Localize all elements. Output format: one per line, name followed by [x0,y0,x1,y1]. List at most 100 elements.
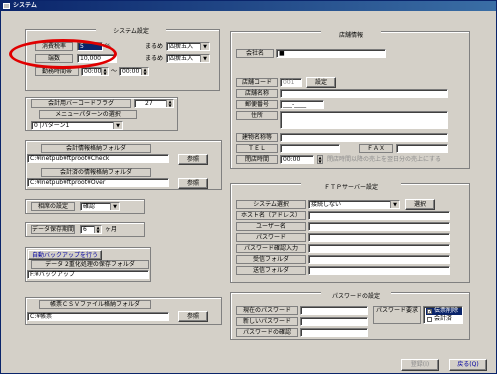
store-code-input[interactable]: 001 [280,78,302,87]
reserve-select[interactable]: 確認 ▼ [80,202,120,211]
register-button[interactable]: 登録(I) [401,359,439,371]
browse-done-button[interactable]: 参照 [178,178,208,189]
backup-folder-label: データ 2重化処理の保存フォルダ [31,260,149,269]
retention-input[interactable]: 6 ▲ ▼ [80,225,102,234]
system-settings-header: システム設定 [96,27,166,36]
ftp-system-select[interactable]: 接続しない ▼ [308,200,400,209]
store-settings-button[interactable]: 設定 [306,77,336,88]
menu-pattern-select[interactable]: 0 |パターン1 ▼ [31,121,123,130]
password-header: パスワードの設定 [321,292,391,301]
recv-folder-label: 受信フォルダ [236,255,306,264]
accounting-folder-input[interactable]: C:¥Inetpub¥ftproot¥Check [27,154,169,163]
ftp-password-confirm-label: パスワード確認入力 [236,244,306,253]
browse-csv-button[interactable]: 参照 [178,311,208,322]
ftp-system-label: システム選択 [236,200,306,209]
reserve-label: 相席の設定 [31,202,75,211]
barcode-flag-label: 会計用バーコードフラグ [31,99,131,108]
closing-time-spinner-icon[interactable]: ▲ ▼ [317,155,323,164]
spinner-icon[interactable]: ▲ ▼ [166,100,173,107]
browse-accounting-button[interactable]: 参照 [178,154,208,165]
closing-time-label: 閉店時間 [236,155,278,164]
ftp-select-button[interactable]: 選択 [405,199,435,210]
building-input[interactable] [280,133,448,142]
new-password-label: 新しいパスワード [236,317,298,326]
rounding-unit-input[interactable]: 10,000 [77,54,117,63]
current-password-input[interactable] [300,306,368,315]
option-delete-row[interactable]: ✓ 伝票削除 [426,307,462,315]
fax-label: ＦＡＸ [359,144,393,153]
tax-rate-label: 消費税率 [35,42,73,51]
chevron-down-icon: ▼ [200,55,209,62]
checkbox-icon[interactable]: ✓ [427,309,432,315]
company-input[interactable]: ■ [276,49,386,58]
send-folder-input[interactable] [308,266,450,275]
rounding-select[interactable]: 四捨五入 ▼ [166,42,210,51]
user-input[interactable] [308,222,450,231]
option-accounting-row[interactable]: 会計済 [426,315,462,323]
closing-time-input[interactable]: 00:00 [280,155,314,164]
rounding2-label: まるめ [145,55,164,62]
closing-time-note[interactable]: 閉店時間以降の売上を翌日分の売上にする [327,155,441,164]
option-delete-label: 伝票削除 [434,307,459,314]
send-folder-label: 送信フォルダ [236,266,306,275]
confirm-password-input[interactable] [300,328,368,337]
back-button[interactable]: 戻る(Q) [449,359,487,371]
confirm-password-label: パスワードの確認 [236,328,298,337]
tel-label: ＴＥＬ [236,144,278,153]
rounding-label: まるめ [145,43,164,50]
ftp-header: ＦＴＰサーバー設定 [301,183,401,192]
chevron-down-icon: ▼ [110,203,119,210]
retention-label: データ保存期間 [31,225,75,234]
work-hours-separator: ～ [111,68,118,75]
host-input[interactable] [308,211,450,220]
rounding2-select[interactable]: 四捨五入 ▼ [166,54,210,63]
store-info-header: 店舗情報 [321,31,381,40]
chevron-down-icon: ▼ [200,43,209,50]
auto-backup-button[interactable]: 自動バックアップを行う [28,250,102,260]
done-folder-label: 会計済の情報格納フォルダ [41,168,151,177]
password-required-options: ✓ 伝票削除 会計済 [423,306,463,324]
store-name-label: 店舗名称 [236,89,278,98]
fax-input[interactable] [396,144,448,153]
tax-rate-input[interactable]: 5 [77,42,103,51]
building-label: 建物名称等 [236,133,278,142]
menu-pattern-label: メニューパターンの選択 [39,110,137,119]
ftp-password-confirm-input[interactable] [308,244,450,253]
chevron-down-icon: ▼ [390,201,399,208]
checkbox-icon[interactable] [427,317,432,322]
barcode-flag-input[interactable]: 27 ▲ ▼ [134,99,174,108]
ftp-password-label: パスワード [236,233,306,242]
option-accounting-label: 会計済 [434,315,453,322]
host-label: ホスト名（アドレス） [236,211,306,220]
ftp-password-input[interactable] [308,233,450,242]
new-password-input[interactable] [300,317,368,326]
company-label: 会社名 [236,49,274,58]
store-name-input[interactable] [280,89,448,98]
spinner-icon[interactable]: ▲ ▼ [101,68,108,75]
csv-folder-input[interactable]: C:¥帳票 [27,312,169,321]
tax-unit: % [105,43,111,50]
user-label: ユーザー名 [236,222,306,231]
store-code-label: 店舗コード [236,78,278,87]
window-title: システム [13,2,37,9]
system-window: システム システム設定 消費税率 5 % まるめ 四捨五入 ▼ 端数 10,000… [0,0,497,374]
title-bar: システム [1,1,496,11]
backup-folder-input[interactable]: F:¥バックアップ [27,270,149,279]
recv-folder-input[interactable] [308,255,450,264]
zip-label: 郵便番号 [236,100,278,109]
spinner-icon[interactable]: ▲ ▼ [94,226,101,233]
address-label: 住所 [236,111,278,120]
chevron-down-icon: ▼ [113,122,122,129]
accounting-folder-label: 会計情報格納フォルダ [41,144,151,153]
zip-input[interactable]: ___-____ [280,100,324,109]
work-hours-label: 勤務時間帯 [35,67,79,76]
tel-input[interactable] [280,144,340,153]
done-folder-input[interactable]: C:¥Inetpub¥ftproot¥Over [27,178,169,187]
work-hours-to-input[interactable]: 00:00 ▲ ▼ [119,67,149,76]
csv-folder-label: 帳票ＣＳＶファイル格納フォルダ [39,300,151,309]
spinner-icon[interactable]: ▲ ▼ [141,68,148,75]
address-input[interactable] [280,111,448,129]
retention-unit: ヶ月 [105,226,118,233]
work-hours-from-input[interactable]: 00:00 ▲ ▼ [81,67,109,76]
rounding-unit-label: 端数 [35,54,73,63]
